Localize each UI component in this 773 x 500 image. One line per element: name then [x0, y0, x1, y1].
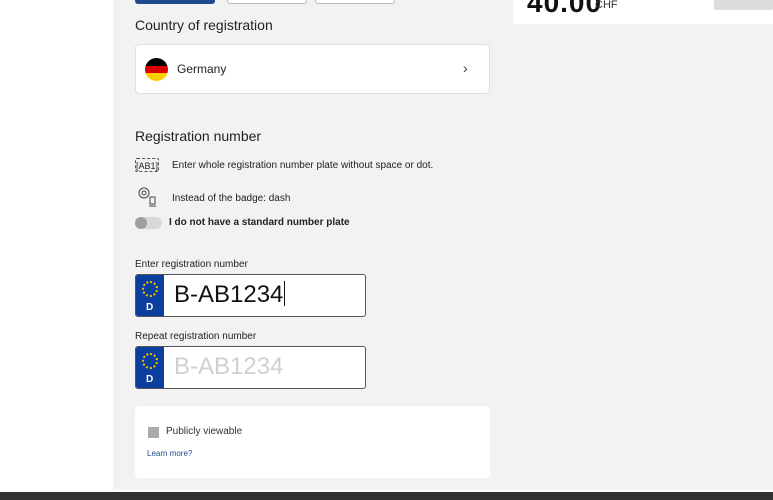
no-standard-plate-toggle[interactable] — [135, 217, 162, 229]
toggle-knob — [135, 217, 147, 229]
repeat-registration-input[interactable]: D B-AB1234 — [135, 346, 366, 389]
tab-second[interactable] — [227, 0, 307, 4]
country-select[interactable]: Germany › — [135, 44, 490, 94]
learn-more-link[interactable]: Learn more? — [147, 449, 192, 458]
enter-registration-label: Enter registration number — [135, 259, 248, 270]
country-name: Germany — [177, 62, 227, 76]
chevron-right-icon: › — [463, 60, 468, 76]
plate-format-icon: [AB1] — [135, 158, 159, 172]
registration-input[interactable]: D B-AB1234 — [135, 274, 366, 317]
tab-third[interactable] — [315, 0, 395, 4]
eu-stars-icon — [142, 281, 158, 297]
text-caret — [284, 281, 286, 306]
eu-stars-icon — [142, 353, 158, 369]
publicly-viewable-label: Publicly viewable — [166, 426, 243, 437]
visibility-card: Publicly viewable Learn more? — [135, 406, 490, 478]
hint-badge-text: Instead of the badge: dash — [172, 193, 291, 204]
price-currency: CHF — [595, 0, 618, 11]
checkout-button[interactable] — [714, 0, 773, 10]
country-code-repeat: D — [146, 374, 154, 385]
country-section-label: Country of registration — [135, 17, 273, 33]
badge-icon — [138, 187, 156, 207]
registration-value: B-AB1234 — [174, 281, 286, 308]
publicly-viewable-checkbox[interactable] — [148, 427, 159, 438]
country-code: D — [146, 302, 154, 313]
eu-band-repeat: D — [136, 347, 164, 388]
tab-active[interactable] — [135, 0, 215, 4]
price-card: 40.00 CHF — [513, 0, 773, 24]
bottom-bar — [0, 492, 773, 500]
right-panel: 40.00 CHF — [513, 0, 773, 490]
hint-plate-text: Enter whole registration number plate wi… — [172, 160, 434, 171]
repeat-registration-placeholder: B-AB1234 — [174, 353, 284, 380]
price-amount: 40.00 — [527, 0, 603, 18]
eu-band: D — [136, 275, 164, 316]
registration-section-label: Registration number — [135, 128, 262, 144]
repeat-registration-label: Repeat registration number — [135, 331, 257, 342]
germany-flag-icon — [145, 58, 168, 81]
no-standard-plate-label: I do not have a standard number plate — [169, 217, 350, 228]
